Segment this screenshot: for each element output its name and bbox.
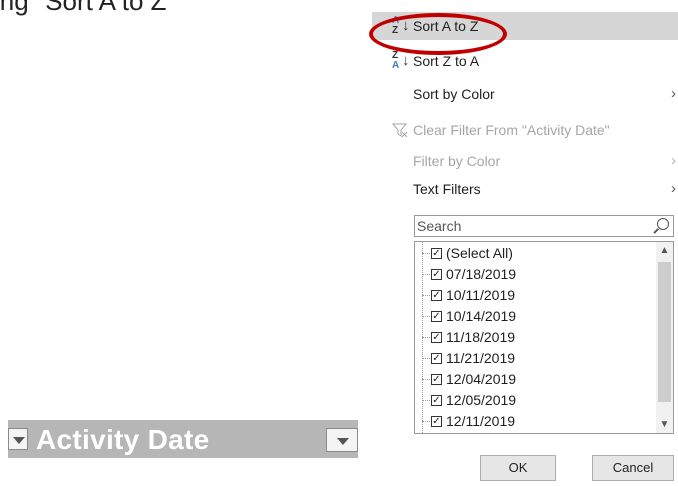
clear-filter-icon [392,123,408,138]
filter-value-list: ✓ (Select All) ✓ 07/18/2019 ✓ 10/11/2019 ✓ 10/1… [414,241,674,434]
checkbox[interactable]: ✓ [431,311,442,322]
filter-menu: A Z ↓ Sort A to Z Z A ↓ Sort Z to A Sort… [369,0,678,486]
list-item[interactable]: ✓ (Select All) [415,243,655,264]
list-item-label: 10/11/2019 [446,287,516,303]
list-item-label: 12/11/2019 [446,413,516,429]
cancel-button[interactable]: Cancel [592,455,674,481]
list-scrollbar[interactable]: ▲ ▼ [656,242,673,433]
tree-branch-line [422,421,430,422]
tree-branch-line [422,295,430,296]
list-item-label: (Select All) [446,245,513,261]
text-filters-label: Text Filters [413,181,481,197]
list-item-label: 12/05/2019 [446,392,517,408]
list-item-label: 12/04/2019 [446,371,517,387]
checkbox[interactable]: ✓ [431,416,442,427]
sort-z-to-a-icon: Z A ↓ [392,50,410,71]
search-box [414,215,674,237]
sort-z-to-a-label: Sort Z to A [413,53,480,69]
tree-branch-line [422,400,430,401]
checkbox[interactable]: ✓ [431,269,442,280]
list-item[interactable]: ✓ 07/18/2019 [415,264,655,285]
sort-by-color-label: Sort by Color [413,86,495,102]
tree-branch-line [422,337,430,338]
scroll-thumb[interactable] [658,262,671,402]
tree-branch-line [422,253,430,254]
list-item-label: 10/14/2019 [446,308,517,324]
filter-by-color-label: Filter by Color [413,153,501,169]
menu-item-sort-by-color[interactable]: Sort by Color › [372,80,678,108]
list-item-label: 11/21/2019 [446,350,516,366]
tree-branch-line [422,379,430,380]
checkbox[interactable]: ✓ [431,374,442,385]
list-item[interactable]: ✓ 12/11/2019 [415,411,655,432]
list-item[interactable]: ✓ 11/18/2019 [415,327,655,348]
tree-branch-line [422,358,430,359]
checkbox[interactable]: ✓ [431,248,442,259]
list-item[interactable]: ✓ 10/11/2019 [415,285,655,306]
checkbox[interactable]: ✓ [431,332,442,343]
list-item[interactable]: ✓ 12/04/2019 [415,369,655,390]
column-header-cell: Activity Date [8,420,358,458]
instruction-caption: ing "Sort A to Z" [0,0,176,16]
menu-item-sort-a-to-z[interactable]: A Z ↓ Sort A to Z [369,12,678,55]
menu-item-filter-by-color[interactable]: Filter by Color › [372,147,678,175]
tree-branch-line [422,274,430,275]
list-item-label: 11/18/2019 [446,329,516,345]
filter-dropdown-button[interactable] [326,428,358,452]
search-input[interactable] [417,217,645,235]
list-item[interactable]: ✓ 11/21/2019 [415,348,655,369]
ok-button[interactable]: OK [480,455,556,481]
scroll-up-icon[interactable]: ▲ [656,242,673,259]
chevron-right-icon: › [671,152,676,169]
clear-filter-label: Clear Filter From "Activity Date" [413,122,610,138]
list-item-label: 07/18/2019 [446,266,517,282]
checkbox[interactable]: ✓ [431,395,442,406]
list-item[interactable]: ✓ 12/05/2019 [415,390,655,411]
checkbox[interactable]: ✓ [431,290,442,301]
list-item[interactable]: ✓ 10/14/2019 [415,306,655,327]
column-header-title: Activity Date [36,424,210,455]
menu-item-text-filters[interactable]: Text Filters › [372,175,678,203]
previous-column-filter-button[interactable] [8,428,28,450]
search-icon[interactable] [657,218,669,230]
checkbox[interactable]: ✓ [431,353,442,364]
scroll-down-icon[interactable]: ▼ [656,416,673,433]
chevron-right-icon: › [671,180,676,197]
menu-item-clear-filter[interactable]: Clear Filter From "Activity Date" [372,116,678,144]
menu-item-sort-z-to-a[interactable]: Z A ↓ Sort Z to A [372,47,678,75]
tree-branch-line [422,316,430,317]
chevron-right-icon: › [671,85,676,102]
